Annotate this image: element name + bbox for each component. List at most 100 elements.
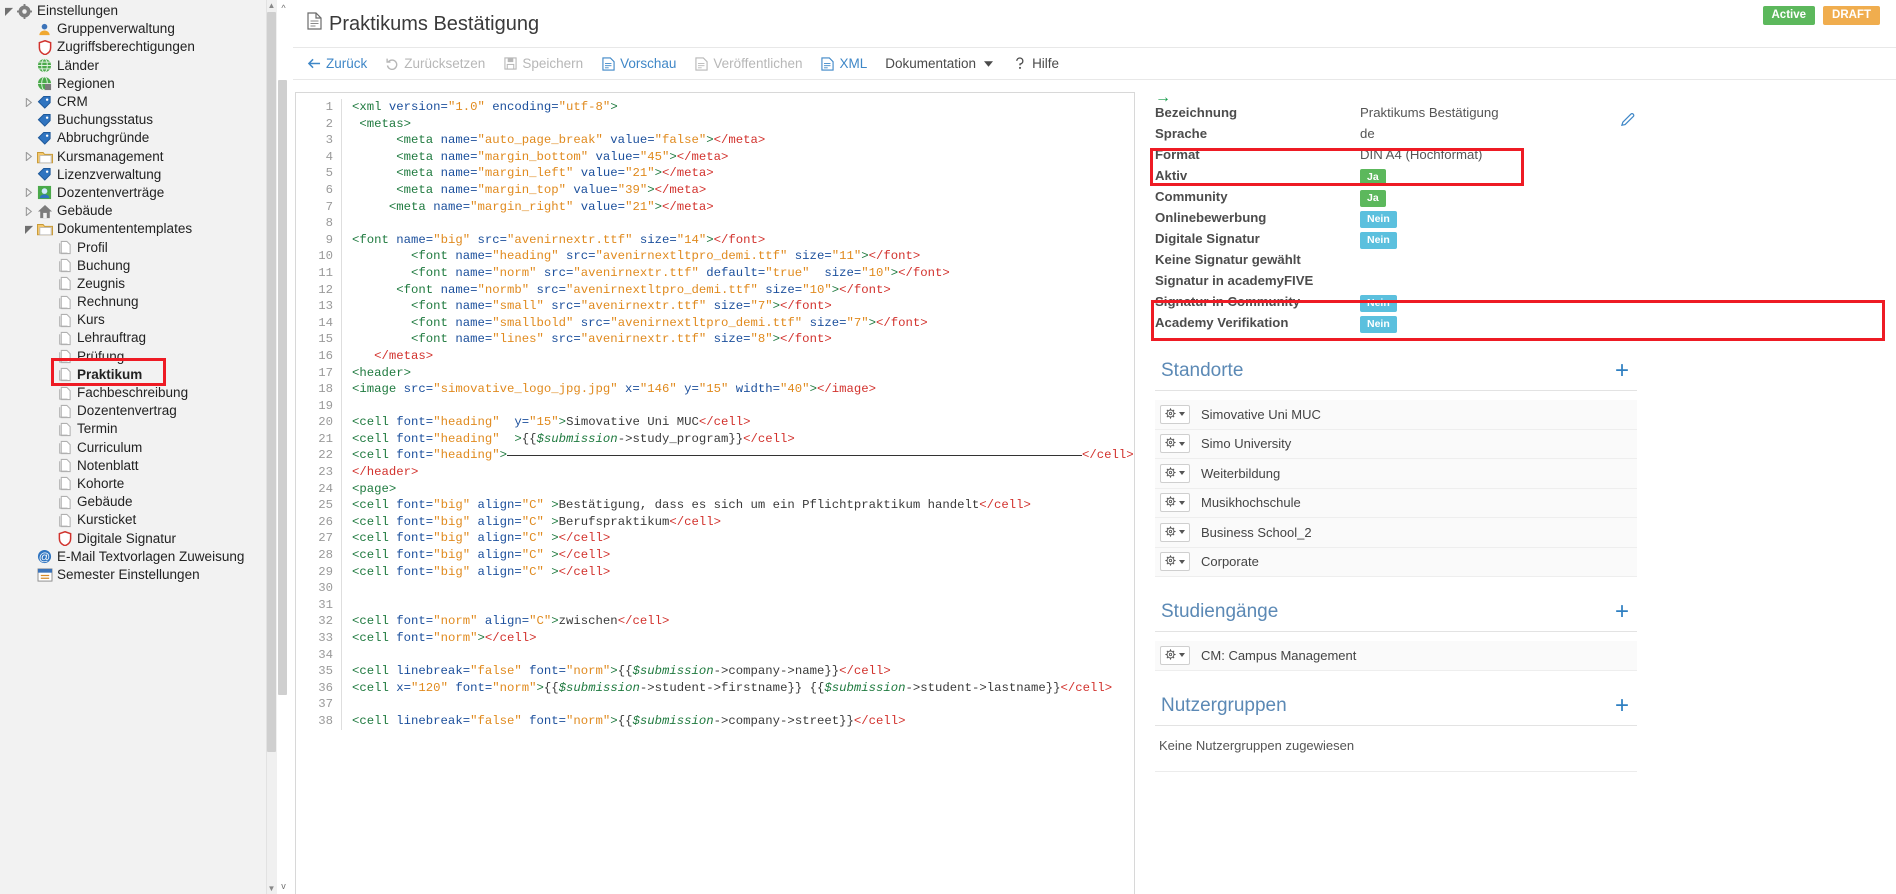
sidebar-item-zeugnis[interactable]: Zeugnis [0,275,277,293]
chevron-down-icon[interactable] [22,225,36,234]
sidebar-item-notenblatt[interactable]: Notenblatt [0,457,277,475]
sidebar-item-lizenzverwaltung[interactable]: Lizenzverwaltung [0,166,277,184]
sidebar-item-semester-einstellungen[interactable]: Semester Einstellungen [0,566,277,584]
code-line-text[interactable] [342,647,359,664]
code-line-text[interactable]: <cell font="heading" >{{$submission->stu… [342,431,795,448]
sidebar-item-dozentenvertr-ge[interactable]: Dozentenverträge [0,184,277,202]
row-actions-button[interactable] [1160,493,1190,513]
sidebar-item-kohorte[interactable]: Kohorte [0,475,277,493]
xml-code[interactable]: 1 <xml version="1.0" encoding="utf-8"> 2 <… [296,93,1134,730]
code-line-text[interactable]: <metas> [342,116,411,133]
sidebar-item-digitale-signatur[interactable]: Digitale Signatur [0,529,277,547]
sidebar-item-crm[interactable]: CRM [0,93,277,111]
list-item[interactable]: Business School_2 [1155,518,1637,548]
sidebar-item-dozentenvertrag[interactable]: Dozentenvertrag [0,402,277,420]
sidebar-item-e-mail-textvorlagen-zuweisung[interactable]: @ E-Mail Textvorlagen Zuweisung [0,548,277,566]
sidebar-item-lehrauftrag[interactable]: Lehrauftrag [0,329,277,347]
sidebar-item-curriculum[interactable]: Curriculum [0,439,277,457]
code-line-text[interactable]: <cell x="120" font="norm">{{$submission-… [342,680,1112,697]
row-actions-button[interactable] [1160,434,1190,454]
code-line-text[interactable] [342,398,359,415]
row-actions-button[interactable] [1160,404,1190,424]
sidebar-item-geb-ude[interactable]: Gebäude [0,202,277,220]
sidebar-scrollbar[interactable]: ▲ ▼ [266,0,277,894]
sidebar-item-abbruchgr-nde[interactable]: Abbruchgründe [0,129,277,147]
sidebar-item-fachbeschreibung[interactable]: Fachbeschreibung [0,384,277,402]
code-line-text[interactable] [342,215,359,232]
chevron-right-icon[interactable] [22,97,36,107]
sidebar-item-einstellungen[interactable]: Einstellungen [0,2,277,20]
code-line-text[interactable] [342,597,359,614]
code-line-text[interactable] [342,580,359,597]
code-line-text[interactable]: <font name="big" src="avenirnextr.ttf" s… [342,232,765,249]
sidebar-item-rechnung[interactable]: Rechnung [0,293,277,311]
sidebar-item-gruppenverwaltung[interactable]: Gruppenverwaltung [0,20,277,38]
code-line-text[interactable]: </header> [342,464,418,481]
code-line-text[interactable]: <cell font="big" align="C" ></cell> [342,564,610,581]
code-line-text[interactable]: <meta name="auto_page_break" value="fals… [342,132,765,149]
code-line-text[interactable]: <meta name="margin_right" value="21"></m… [342,199,714,216]
code-line-text[interactable]: <cell font="big" align="C" >Bestätigung,… [342,497,1031,514]
code-line-text[interactable]: <xml version="1.0" encoding="utf-8"> [342,99,618,116]
chevron-down-icon[interactable] [2,7,16,16]
code-line-text[interactable]: <font name="smallbold" src="avenirnextlt… [342,315,928,332]
sidebar-item-l-nder[interactable]: Länder [0,57,277,75]
list-item[interactable]: CM: Campus Management [1155,641,1637,671]
sidebar-item-buchung[interactable]: Buchung [0,257,277,275]
code-line-text[interactable]: <cell linebreak="false" font="norm">{{$s… [342,713,906,730]
code-line-text[interactable]: <meta name="margin_top" value="39"></met… [342,182,706,199]
code-line-text[interactable]: <cell font="heading" y="15">Simovative U… [342,414,751,431]
chevron-right-icon[interactable] [22,152,36,162]
content-scroll-up-icon[interactable]: ^ [279,2,288,14]
code-line-text[interactable]: <cell font="big" align="C" ></cell> [342,547,610,564]
toolbar-dokumentation-button[interactable]: Dokumentation [885,56,995,71]
list-item[interactable]: Musikhochschule [1155,488,1637,518]
sidebar-item-buchungsstatus[interactable]: Buchungsstatus [0,111,277,129]
sidebar-item-zugriffsberechtigungen[interactable]: Zugriffsberechtigungen [0,38,277,56]
code-line-text[interactable]: <meta name="margin_left" value="21"></me… [342,165,713,182]
scroll-up-icon[interactable]: ▲ [267,0,276,11]
code-line-text[interactable]: <cell linebreak="false" font="norm">{{$s… [342,663,891,680]
scroll-down-icon[interactable]: ▼ [267,883,276,894]
code-line-text[interactable]: <page> [342,481,396,498]
code-line-text[interactable]: </metas> [342,348,433,365]
code-line-text[interactable]: <font name="small" src="avenirnextr.ttf"… [342,298,832,315]
sidebar-item-regionen[interactable]: Regionen [0,75,277,93]
sidebar-item-profil[interactable]: Profil [0,238,277,256]
chevron-right-icon[interactable] [22,188,36,198]
sidebar-item-praktikum[interactable]: Praktikum [0,366,277,384]
code-line-text[interactable]: <font name="norm" src="avenirnextr.ttf" … [342,265,950,282]
code-line-text[interactable]: <font name="lines" src="avenirnextr.ttf"… [342,331,832,348]
toolbar-vorschau-button[interactable]: Vorschau [601,56,676,71]
list-item[interactable]: Corporate [1155,547,1637,577]
content-scrollbar[interactable]: ^ v [277,0,289,894]
toolbar-zur-ck-button[interactable]: Zurück [307,56,367,71]
sidebar-item-kursmanagement[interactable]: Kursmanagement [0,148,277,166]
row-actions-button[interactable] [1160,463,1190,483]
add-button[interactable]: + [1615,600,1629,624]
sidebar-item-kursticket[interactable]: Kursticket [0,511,277,529]
add-button[interactable]: + [1615,359,1629,383]
row-actions-button[interactable] [1160,645,1190,665]
code-line-text[interactable]: <font name="normb" src="avenirnextltpro_… [342,282,891,299]
code-line-text[interactable]: <meta name="margin_bottom" value="45"></… [342,149,728,166]
chevron-right-icon[interactable] [22,206,36,216]
add-button[interactable]: + [1615,693,1629,717]
sidebar-item-termin[interactable]: Termin [0,420,277,438]
code-line-text[interactable]: <cell font="norm" align="C">zwischen</ce… [342,613,669,630]
list-item[interactable]: Simovative Uni MUC [1155,400,1637,430]
code-line-text[interactable] [342,696,359,713]
sidebar-item-geb-ude[interactable]: Gebäude [0,493,277,511]
content-scroll-thumb[interactable] [278,80,287,695]
row-actions-button[interactable] [1160,522,1190,542]
code-line-text[interactable]: <cell font="norm"></cell> [342,630,537,647]
code-line-text[interactable]: <image src="simovative_logo_jpg.jpg" x="… [342,381,876,398]
toolbar-xml-button[interactable]: XML [820,56,867,71]
code-line-text[interactable]: <font name="heading" src="avenirnextltpr… [342,248,920,265]
toolbar-hilfe-button[interactable]: Hilfe [1013,56,1059,71]
content-scroll-down-icon[interactable]: v [279,880,288,892]
sidebar-scroll-thumb[interactable] [267,12,276,752]
code-line-text[interactable]: <cell font="heading"> </cell> [342,447,1134,464]
row-actions-button[interactable] [1160,552,1190,572]
list-item[interactable]: Simo University [1155,429,1637,459]
